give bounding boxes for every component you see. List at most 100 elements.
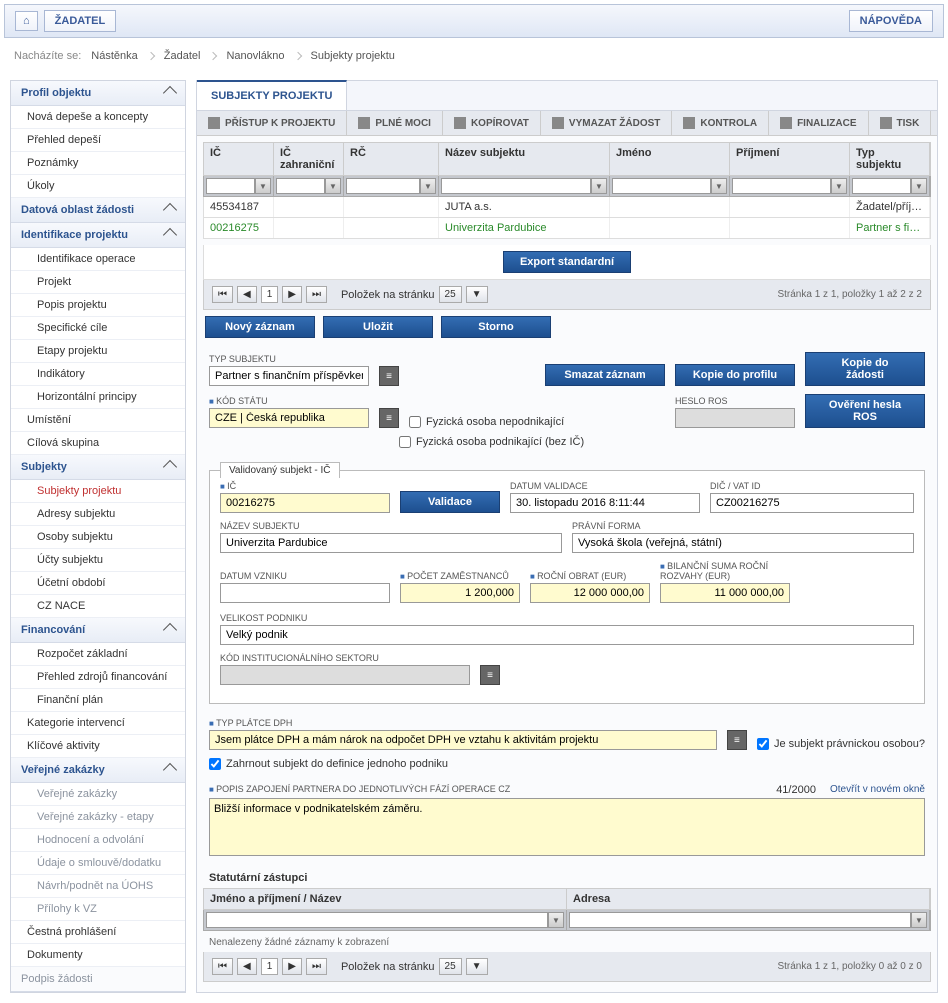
sb-item-navrh-uohs[interactable]: Návrh/podnět na ÚOHS — [11, 875, 185, 898]
sb-item-horizontalni-principy[interactable]: Horizontální principy — [11, 386, 185, 409]
col-nazev[interactable]: Název subjektu — [439, 143, 610, 175]
bilancni-suma-input[interactable] — [660, 583, 790, 603]
nazev-subjektu-input[interactable] — [220, 533, 562, 553]
page-next[interactable]: ▶ — [282, 286, 302, 303]
filter-typ[interactable] — [852, 178, 911, 194]
col-jmeno-nazev[interactable]: Jméno a příjmení / Název — [204, 889, 567, 909]
crumb-nanovlakno[interactable]: Nanovlákno — [226, 50, 284, 62]
sb-item-cilova-skupina[interactable]: Cílová skupina — [11, 432, 185, 455]
tb-tisk[interactable]: TISK — [869, 111, 932, 135]
copy-request-button[interactable]: Kopie do žádosti — [805, 352, 925, 386]
filter-ic[interactable] — [206, 178, 255, 194]
sb-item-prehled-depesi[interactable]: Přehled depeší — [11, 129, 185, 152]
cancel-button[interactable]: Storno — [441, 316, 551, 338]
filter-button[interactable]: ▼ — [911, 178, 927, 194]
list-icon[interactable]: ≡ — [379, 366, 399, 386]
sb-item-financni-plan[interactable]: Finanční plán — [11, 689, 185, 712]
sb-item-popis-projektu[interactable]: Popis projektu — [11, 294, 185, 317]
filter-button[interactable]: ▼ — [711, 178, 727, 194]
sb-item-kategorie-intervenci[interactable]: Kategorie intervencí — [11, 712, 185, 735]
filter-prijmeni[interactable] — [732, 178, 831, 194]
sb-item-klicove-aktivity[interactable]: Klíčové aktivity — [11, 735, 185, 758]
je-pravnicka-checkbox[interactable]: Je subjekt právnickou osobou? — [757, 738, 925, 750]
filter-button[interactable]: ▼ — [591, 178, 607, 194]
page-prev[interactable]: ◀ — [237, 958, 257, 975]
per-page-dropdown[interactable]: ▼ — [466, 958, 488, 975]
sb-item-subjekty-projektu[interactable]: Subjekty projektu — [11, 480, 185, 503]
crumb-zadatel[interactable]: Žadatel — [164, 50, 201, 62]
filter-button[interactable]: ▼ — [831, 178, 847, 194]
col-prijmeni[interactable]: Příjmení — [730, 143, 850, 175]
tb-pristup[interactable]: PŘÍSTUP K PROJEKTU — [197, 111, 347, 135]
kod-statu-input[interactable] — [209, 408, 369, 428]
heslo-ros-input[interactable] — [675, 408, 795, 428]
sb-item-nova-depese[interactable]: Nová depeše a koncepty — [11, 106, 185, 129]
datum-validace-input[interactable] — [510, 493, 700, 513]
tb-vymazat[interactable]: VYMAZAT ŽÁDOST — [541, 111, 672, 135]
ic-input[interactable] — [220, 493, 390, 513]
sb-datova-oblast[interactable]: Datová oblast žádosti — [11, 198, 185, 223]
tab-subjekty-projektu[interactable]: SUBJEKTY PROJEKTU — [197, 80, 347, 110]
col-typ[interactable]: Typ subjektu — [850, 143, 930, 175]
page-next[interactable]: ▶ — [282, 958, 302, 975]
filter-button[interactable]: ▼ — [420, 178, 436, 194]
col-adresa[interactable]: Adresa — [567, 889, 930, 909]
crumb-nastenka[interactable]: Nástěnka — [91, 50, 137, 62]
filter-rc[interactable] — [346, 178, 420, 194]
dic-input[interactable] — [710, 493, 914, 513]
page-prev[interactable]: ◀ — [237, 286, 257, 303]
filter-button[interactable]: ▼ — [911, 912, 927, 928]
open-new-window-link[interactable]: Otevřít v novém okně — [830, 784, 925, 796]
sb-item-vz[interactable]: Veřejné zakázky — [11, 783, 185, 806]
tb-kopirovat[interactable]: KOPÍROVAT — [443, 111, 541, 135]
list-icon[interactable]: ≡ — [727, 730, 747, 750]
datum-vzniku-input[interactable] — [220, 583, 390, 603]
fyz-podn-checkbox[interactable]: Fyzická osoba podnikající (bez IČ) — [399, 436, 584, 448]
zadatel-button[interactable]: ŽADATEL — [44, 10, 117, 32]
sb-item-umisteni[interactable]: Umístění — [11, 409, 185, 432]
sb-item-rozpocet[interactable]: Rozpočet základní — [11, 643, 185, 666]
sb-item-osoby-subjektu[interactable]: Osoby subjektu — [11, 526, 185, 549]
sb-item-cz-nace[interactable]: CZ NACE — [11, 595, 185, 618]
help-button[interactable]: NÁPOVĚDA — [849, 10, 933, 32]
crumb-subjekty[interactable]: Subjekty projektu — [311, 50, 395, 62]
sb-item-ukoly[interactable]: Úkoly — [11, 175, 185, 198]
tb-finalizace[interactable]: FINALIZACE — [769, 111, 868, 135]
kod-inst-input[interactable] — [220, 665, 470, 685]
page-current[interactable]: 1 — [261, 958, 279, 975]
page-first[interactable]: ⏮ — [212, 958, 233, 975]
velikost-podniku-input[interactable] — [220, 625, 914, 645]
tb-kontrola[interactable]: KONTROLA — [672, 111, 769, 135]
col-jmeno[interactable]: Jméno — [610, 143, 730, 175]
page-last[interactable]: ⏭ — [306, 286, 327, 303]
new-record-button[interactable]: Nový záznam — [205, 316, 315, 338]
sb-identifikace-projektu[interactable]: Identifikace projektu — [11, 223, 185, 248]
sb-subjekty[interactable]: Subjekty — [11, 455, 185, 480]
typ-platce-input[interactable] — [209, 730, 717, 750]
copy-profile-button[interactable]: Kopie do profilu — [675, 364, 795, 386]
overeni-ros-button[interactable]: Ověření hesla ROS — [805, 394, 925, 428]
delete-record-button[interactable]: Smazat záznam — [545, 364, 665, 386]
page-current[interactable]: 1 — [261, 286, 279, 303]
sb-item-vz-etapy[interactable]: Veřejné zakázky - etapy — [11, 806, 185, 829]
page-first[interactable]: ⏮ — [212, 286, 233, 303]
sb-item-prehled-zdroju[interactable]: Přehled zdrojů financování — [11, 666, 185, 689]
col-ic[interactable]: IČ — [204, 143, 274, 175]
popis-zapojeni-textarea[interactable] — [209, 798, 925, 856]
sb-item-specificke-cile[interactable]: Specifické cíle — [11, 317, 185, 340]
sb-item-ucty-subjektu[interactable]: Účty subjektu — [11, 549, 185, 572]
pravni-forma-input[interactable] — [572, 533, 914, 553]
validace-button[interactable]: Validace — [400, 491, 500, 513]
sb-item-adresy-subjektu[interactable]: Adresy subjektu — [11, 503, 185, 526]
per-page-dropdown[interactable]: ▼ — [466, 286, 488, 303]
filter-button[interactable]: ▼ — [255, 178, 271, 194]
filter-icz[interactable] — [276, 178, 325, 194]
sb-item-cestna-prohlaseni[interactable]: Čestná prohlášení — [11, 921, 185, 944]
filter-jmeno[interactable] — [612, 178, 711, 194]
col-rc[interactable]: RČ — [344, 143, 439, 175]
sb-item-dokumenty[interactable]: Dokumenty — [11, 944, 185, 967]
sb-item-prilohy-vz[interactable]: Přílohy k VZ — [11, 898, 185, 921]
page-last[interactable]: ⏭ — [306, 958, 327, 975]
sb-item-indikatory[interactable]: Indikátory — [11, 363, 185, 386]
zahrnout-checkbox[interactable]: Zahrnout subjekt do definice jednoho pod… — [209, 758, 925, 770]
